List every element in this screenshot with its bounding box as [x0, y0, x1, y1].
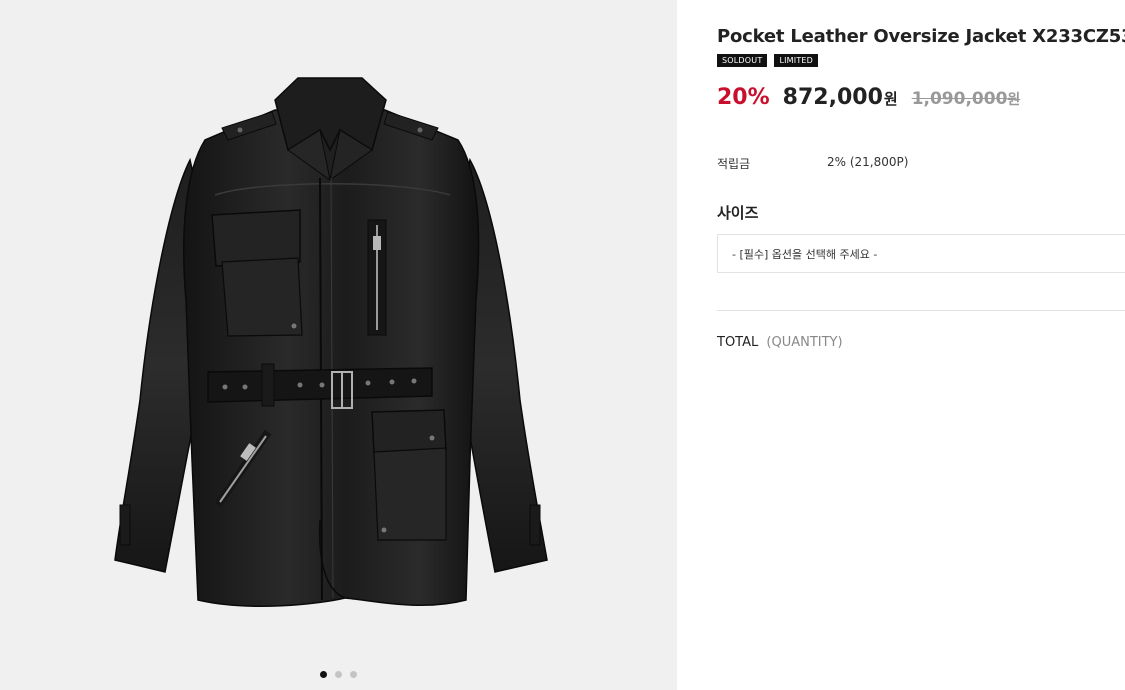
product-image-gallery[interactable] [0, 0, 677, 690]
gallery-dot-1[interactable] [320, 671, 327, 678]
size-label: 사이즈 [717, 204, 759, 222]
total-quantity: (QUANTITY) [766, 335, 843, 350]
product-info: Pocket Leather Oversize Jacket X233CZ537… [717, 0, 1125, 690]
original-price: 1,090,000 [911, 89, 1008, 109]
sale-price-unit: 원 [883, 90, 898, 108]
gallery-pagination [0, 671, 677, 678]
product-image [114, 77, 548, 607]
total-row: TOTAL (QUANTITY) [717, 335, 843, 350]
product-page: Pocket Leather Oversize Jacket X233CZ537… [0, 0, 1125, 690]
sale-price: 872,000 [782, 85, 883, 110]
points-value: 2% (21,800P) [827, 155, 909, 169]
badge-group: SOLDOUT LIMITED [717, 54, 819, 67]
divider [717, 310, 1125, 311]
discount-rate: 20% [717, 85, 770, 110]
points-label: 적립금 [717, 157, 751, 171]
original-price-unit: 원 [1007, 92, 1021, 108]
limited-badge: LIMITED [774, 54, 819, 67]
gallery-dot-2[interactable] [335, 671, 342, 678]
price-row: 20% 872,000 원 1,090,000 원 [717, 85, 1020, 110]
product-title: Pocket Leather Oversize Jacket X233CZ537… [717, 26, 1125, 47]
gallery-dot-3[interactable] [350, 671, 357, 678]
soldout-badge: SOLDOUT [717, 54, 768, 67]
total-label: TOTAL [717, 335, 759, 350]
size-select-placeholder: - [필수] 옵션을 선택해 주세요 - [732, 247, 878, 261]
size-select[interactable]: - [필수] 옵션을 선택해 주세요 - [717, 234, 1125, 273]
